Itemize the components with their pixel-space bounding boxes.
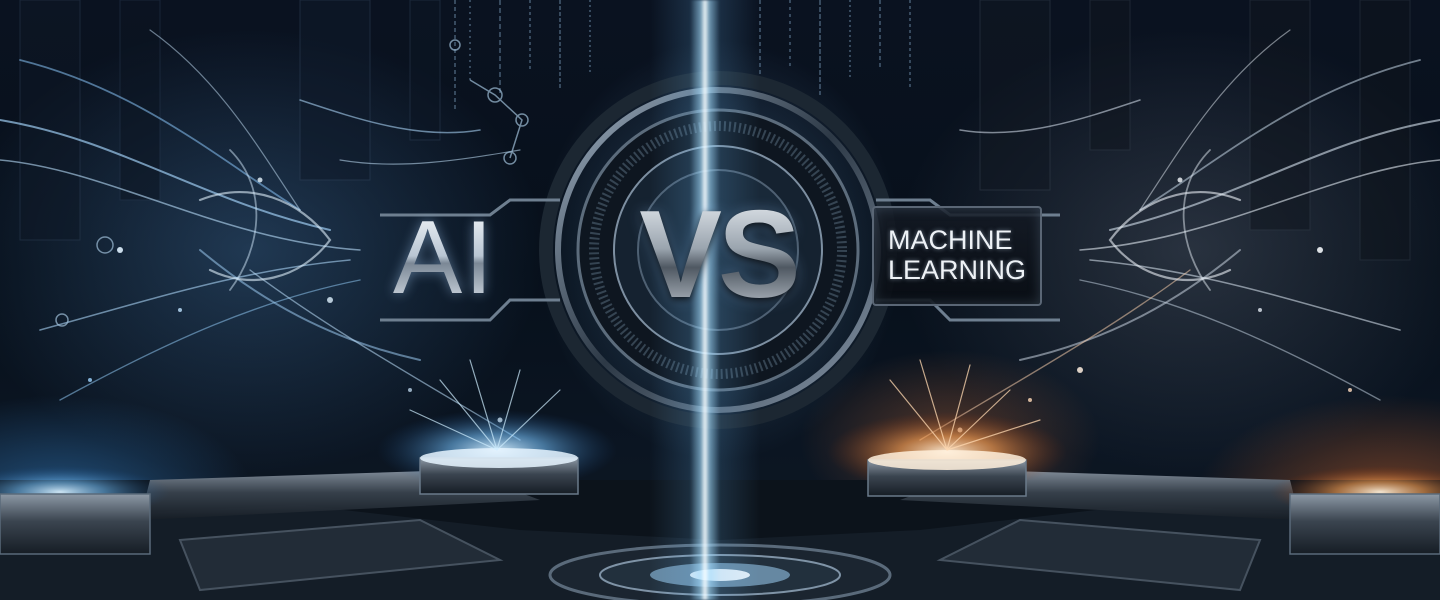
machine-learning-title-line1: MACHINE <box>888 225 1013 256</box>
machine-learning-title-line2: LEARNING <box>888 255 1027 285</box>
hero-banner: AI VS MACHINE LEARNING <box>0 0 1440 600</box>
ai-title-plate: AI <box>368 196 520 320</box>
ai-title: AI <box>392 200 496 316</box>
vs-title: VS <box>639 186 800 324</box>
machine-learning-plate: MACHINE LEARNING <box>872 206 1042 306</box>
vs-title-plate: VS <box>598 180 838 330</box>
